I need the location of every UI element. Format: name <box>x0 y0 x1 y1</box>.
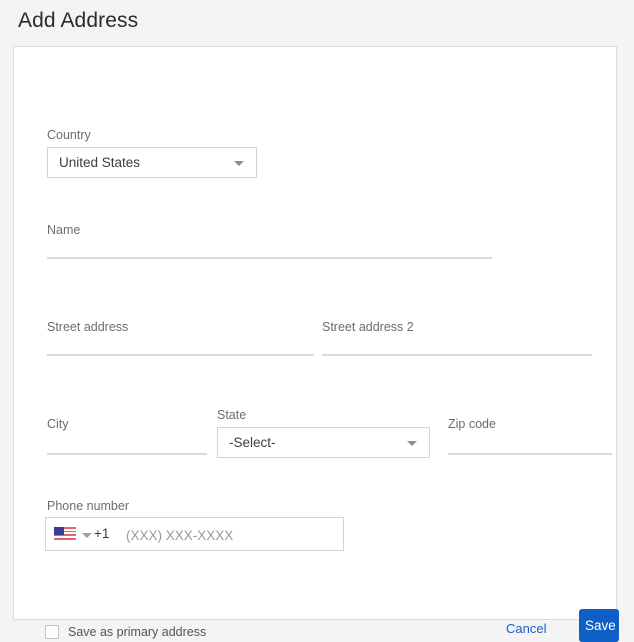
street-address-2-input[interactable] <box>322 336 592 356</box>
chevron-down-icon <box>234 161 244 166</box>
city-input[interactable] <box>47 435 207 455</box>
zip-code-label: Zip code <box>448 417 496 431</box>
name-input[interactable] <box>47 239 492 259</box>
save-as-primary-address-label: Save as primary address <box>68 625 206 639</box>
page-title: Add Address <box>18 6 138 36</box>
chevron-down-icon[interactable] <box>82 533 92 538</box>
country-select-value: United States <box>59 148 140 177</box>
state-select[interactable]: -Select- <box>217 427 430 458</box>
country-label: Country <box>47 128 91 142</box>
city-label: City <box>47 417 69 431</box>
state-select-value: -Select- <box>229 428 276 457</box>
chevron-down-icon <box>407 441 417 446</box>
country-select[interactable]: United States <box>47 147 257 178</box>
save-button[interactable]: Save <box>579 609 619 642</box>
phone-number-field: +1 <box>45 517 344 551</box>
street-address-2-label: Street address 2 <box>322 320 414 334</box>
street-address-input[interactable] <box>47 336 314 356</box>
phone-country-code: +1 <box>94 518 109 550</box>
save-as-primary-address-checkbox[interactable] <box>45 625 59 639</box>
state-label: State <box>217 408 246 422</box>
us-flag-icon[interactable] <box>54 527 76 541</box>
zip-code-input[interactable] <box>448 435 612 455</box>
add-address-card: Country United States Name Street addres… <box>13 46 617 620</box>
phone-number-input[interactable] <box>124 518 338 552</box>
street-address-label: Street address <box>47 320 128 334</box>
name-label: Name <box>47 223 80 237</box>
save-as-primary-address-row[interactable]: Save as primary address <box>45 625 206 639</box>
cancel-button[interactable]: Cancel <box>500 617 552 640</box>
phone-number-label: Phone number <box>47 499 129 513</box>
